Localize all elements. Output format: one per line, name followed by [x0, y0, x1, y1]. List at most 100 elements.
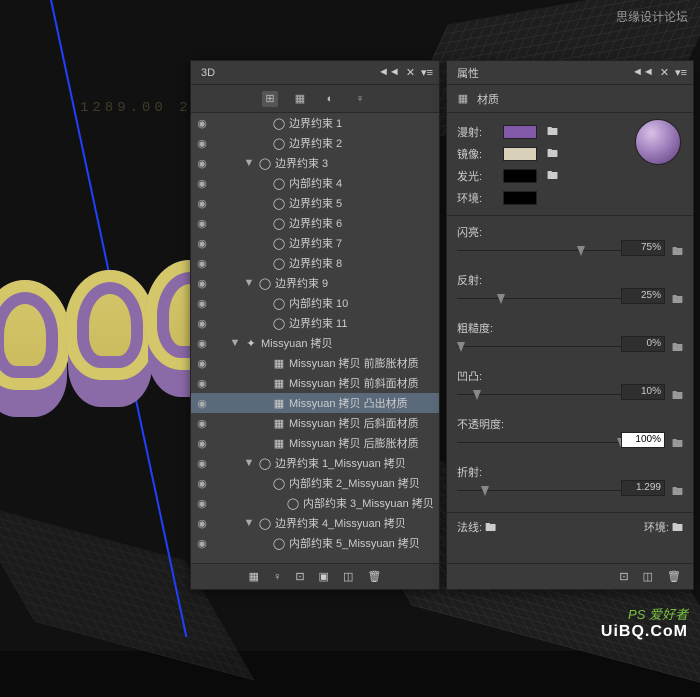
slider-value[interactable]: 1.299 — [621, 480, 665, 496]
slider-track[interactable]: 10%🖿 — [457, 388, 683, 402]
material-preview[interactable] — [635, 119, 681, 165]
render-icon[interactable]: ▦ — [249, 570, 259, 583]
folder-icon[interactable]: 🖿 — [672, 243, 683, 262]
slider-track[interactable]: 1.299🖿 — [457, 484, 683, 498]
filter-light-icon[interactable]: ♀ — [352, 91, 368, 107]
scene-tree[interactable]: ◉◯边界约束 1◉◯边界约束 2◉▼◯边界约束 3◉◯内部约束 4◉◯边界约束 … — [191, 113, 439, 571]
visibility-icon[interactable]: ◉ — [195, 217, 209, 230]
folder-icon[interactable]: 🖿 — [672, 339, 683, 358]
panel-header[interactable]: 3D ◄◄ ✕ ▾≡ — [191, 61, 439, 85]
folder-icon[interactable]: 🖿 — [672, 483, 683, 502]
material-tab-icon[interactable]: ▦ — [455, 91, 471, 107]
visibility-icon[interactable]: ◉ — [195, 537, 209, 550]
tree-row[interactable]: ◉◯边界约束 5 — [191, 193, 439, 213]
folder-icon[interactable]: 🖿 — [672, 291, 683, 310]
folder-icon[interactable]: 🖿 — [672, 387, 683, 406]
folder-icon[interactable]: 🖿 — [672, 522, 683, 534]
new-icon[interactable]: ◫ — [643, 570, 653, 583]
tree-row[interactable]: ◉▼✦Missyuan 拷贝 — [191, 333, 439, 353]
tree-row[interactable]: ◉▦Missyuan 拷贝 后膨胀材质 — [191, 433, 439, 453]
tree-row[interactable]: ◉◯内部约束 2_Missyuan 拷贝 — [191, 473, 439, 493]
filter-mesh-icon[interactable]: ▦ — [292, 91, 308, 107]
tree-row[interactable]: ◉◯边界约束 2 — [191, 133, 439, 153]
slider-thumb[interactable] — [473, 390, 481, 400]
tree-row[interactable]: ◉▼◯边界约束 9 — [191, 273, 439, 293]
visibility-icon[interactable]: ◉ — [195, 457, 209, 470]
tree-row[interactable]: ◉▼◯边界约束 1_Missyuan 拷贝 — [191, 453, 439, 473]
visibility-icon[interactable]: ◉ — [195, 477, 209, 490]
slider-thumb[interactable] — [481, 486, 489, 496]
slider-track[interactable]: 100%🖿 — [457, 436, 683, 450]
trash-icon[interactable]: 🗑 — [667, 570, 681, 583]
new-icon[interactable]: ◫ — [343, 570, 353, 583]
light-icon[interactable]: ♀ — [273, 571, 281, 583]
material-tab-label[interactable]: 材质 — [477, 91, 499, 107]
collapse-icon[interactable]: ◄◄ — [378, 66, 400, 79]
visibility-icon[interactable]: ◉ — [195, 157, 209, 170]
visibility-icon[interactable]: ◉ — [195, 417, 209, 430]
filter-scene-icon[interactable]: ⊞ — [262, 91, 278, 107]
diffuse-swatch[interactable] — [503, 125, 537, 139]
folder-icon[interactable]: 🖿 — [547, 145, 558, 164]
disclosure-icon[interactable]: ▼ — [229, 337, 241, 349]
tree-row[interactable]: ◉◯内部约束 10 — [191, 293, 439, 313]
slider-track[interactable]: 0%🖿 — [457, 340, 683, 354]
slider-thumb[interactable] — [457, 342, 465, 352]
visibility-icon[interactable]: ◉ — [195, 237, 209, 250]
tree-row[interactable]: ◉◯边界约束 8 — [191, 253, 439, 273]
visibility-icon[interactable]: ◉ — [195, 257, 209, 270]
folder-icon[interactable]: 🖿 — [485, 522, 496, 534]
tree-row[interactable]: ◉▼◯边界约束 3 — [191, 153, 439, 173]
collapse-icon[interactable]: ◄◄ — [632, 66, 654, 79]
visibility-icon[interactable]: ◉ — [195, 337, 209, 350]
slider-track[interactable]: 25%🖿 — [457, 292, 683, 306]
tree-row[interactable]: ◉◯边界约束 1 — [191, 113, 439, 133]
slider-value[interactable]: 25% — [621, 288, 665, 304]
close-icon[interactable]: ✕ — [406, 66, 415, 79]
visibility-icon[interactable]: ◉ — [195, 377, 209, 390]
glow-swatch[interactable] — [503, 169, 537, 183]
ambient-swatch[interactable] — [503, 191, 537, 205]
disclosure-icon[interactable]: ▼ — [243, 277, 255, 289]
slider-value[interactable]: 75% — [621, 240, 665, 256]
slider-value[interactable]: 0% — [621, 336, 665, 352]
tree-row[interactable]: ◉◯内部约束 3_Missyuan 拷贝 — [191, 493, 439, 513]
visibility-icon[interactable]: ◉ — [195, 497, 209, 510]
visibility-icon[interactable]: ◉ — [195, 117, 209, 130]
camera-icon[interactable]: ▣ — [319, 570, 329, 583]
tree-row[interactable]: ◉◯内部约束 4 — [191, 173, 439, 193]
pin-icon[interactable]: ⊡ — [619, 570, 628, 583]
folder-icon[interactable]: 🖿 — [547, 167, 558, 186]
menu-icon[interactable]: ▾≡ — [421, 66, 433, 79]
panel-header[interactable]: 属性 ◄◄ ✕ ▾≡ — [447, 61, 693, 85]
disclosure-icon[interactable]: ▼ — [243, 457, 255, 469]
visibility-icon[interactable]: ◉ — [195, 317, 209, 330]
slider-thumb[interactable] — [577, 246, 585, 256]
specular-swatch[interactable] — [503, 147, 537, 161]
tree-row[interactable]: ◉▦Missyuan 拷贝 前膨胀材质 — [191, 353, 439, 373]
tree-row[interactable]: ◉◯边界约束 6 — [191, 213, 439, 233]
close-icon[interactable]: ✕ — [660, 66, 669, 79]
tree-row[interactable]: ◉◯边界约束 11 — [191, 313, 439, 333]
3d-text-object[interactable] — [0, 260, 210, 440]
visibility-icon[interactable]: ◉ — [195, 437, 209, 450]
tree-row[interactable]: ◉▦Missyuan 拷贝 前斜面材质 — [191, 373, 439, 393]
folder-icon[interactable]: 🖿 — [547, 123, 558, 142]
slider-thumb[interactable] — [497, 294, 505, 304]
trash-icon[interactable]: 🗑 — [367, 570, 381, 583]
visibility-icon[interactable]: ◉ — [195, 177, 209, 190]
visibility-icon[interactable]: ◉ — [195, 357, 209, 370]
visibility-icon[interactable]: ◉ — [195, 297, 209, 310]
folder-icon[interactable]: 🖿 — [672, 435, 683, 454]
tree-row[interactable]: ◉◯边界约束 7 — [191, 233, 439, 253]
slider-value[interactable]: 10% — [621, 384, 665, 400]
menu-icon[interactable]: ▾≡ — [675, 66, 687, 79]
disclosure-icon[interactable]: ▼ — [243, 517, 255, 529]
visibility-icon[interactable]: ◉ — [195, 197, 209, 210]
visibility-icon[interactable]: ◉ — [195, 277, 209, 290]
tree-row[interactable]: ◉◯内部约束 5_Missyuan 拷贝 — [191, 533, 439, 553]
tree-row[interactable]: ◉▦Missyuan 拷贝 后斜面材质 — [191, 413, 439, 433]
disclosure-icon[interactable]: ▼ — [243, 157, 255, 169]
tree-row[interactable]: ◉▦Missyuan 拷贝 凸出材质 — [191, 393, 439, 413]
visibility-icon[interactable]: ◉ — [195, 397, 209, 410]
